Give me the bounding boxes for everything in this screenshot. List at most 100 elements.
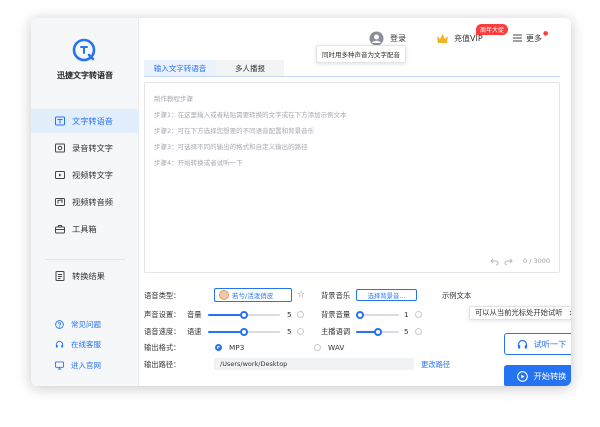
bgm-select-button[interactable]: 选择背景音...: [356, 289, 417, 301]
host-tone-reset-icon[interactable]: [415, 328, 422, 335]
video-audio-icon: [55, 198, 65, 206]
favorite-star-icon[interactable]: ☆: [297, 290, 305, 300]
support-label: 在线客服: [71, 339, 101, 349]
voice-select[interactable]: 若兮/活泼俏皮: [214, 288, 292, 302]
undo-icon[interactable]: [490, 257, 499, 266]
instruction-line: 步骤3：可选择不同的输出的格式和自定义输出的路径: [154, 143, 308, 151]
sidebar-item-label: 转换结果: [72, 271, 105, 281]
instruction-line: 步骤2：可在下方选择您想要的不同语音配置和背景音乐: [154, 127, 315, 135]
instruction-line: 制作教程步骤: [154, 95, 193, 103]
app-window: 迅捷文字转语音 文字转语音 录音转文字 视频转文字 视频转音频 工具箱 转换结果: [31, 18, 571, 386]
sidebar-item-label: 视频转音频: [72, 197, 113, 207]
question-icon: [55, 319, 64, 329]
volume-value: 5: [287, 310, 292, 319]
headset-icon: [55, 340, 64, 348]
sidebar-item-toolbox[interactable]: 工具箱: [31, 217, 139, 241]
slider-fill: [208, 331, 244, 333]
record-icon: [55, 143, 65, 153]
instruction-line: 步骤4：开始转换或者试听一下: [154, 159, 243, 167]
slider-fill: [208, 314, 244, 316]
volume-reset-icon[interactable]: [297, 311, 304, 318]
speed-value: 5: [287, 327, 292, 336]
format-wav-label: WAV: [328, 343, 345, 352]
login-button[interactable]: 登录: [369, 30, 406, 46]
char-count: 0 / 3000: [523, 257, 550, 265]
preview-button[interactable]: 试听一下: [504, 333, 571, 355]
sidebar: 迅捷文字转语音 文字转语音 录音转文字 视频转文字 视频转音频 工具箱 转换结果: [31, 18, 139, 386]
website-label: 进入官网: [71, 360, 101, 370]
output-format-label: 输出格式：: [144, 343, 181, 352]
output-path-field[interactable]: /Users/work/Desktop: [214, 358, 414, 370]
slider-knob[interactable]: [240, 311, 248, 319]
tab-bar: 输入文字转语音 多人播报: [144, 60, 560, 77]
voice-avatar: [219, 290, 229, 300]
text-to-speech-icon: [55, 116, 65, 126]
promo-badge: 周年大促: [476, 24, 509, 35]
sidebar-item-results[interactable]: 转换结果: [31, 264, 139, 288]
sidebar-item-video-to-text[interactable]: 视频转文字: [31, 163, 139, 187]
toolbox-icon: [55, 225, 65, 234]
app-name: 迅捷文字转语音: [57, 71, 113, 80]
close-icon[interactable]: ✕: [569, 309, 571, 318]
start-label: 开始转换: [533, 371, 567, 381]
bgm-label: 背景音乐: [321, 291, 351, 300]
host-tone-slider[interactable]: [356, 328, 399, 336]
sample-popup-text: 可以从当前光标处开始试听: [475, 308, 563, 317]
crown-icon: [437, 33, 448, 43]
format-wav-radio[interactable]: [314, 344, 321, 351]
volume-slider[interactable]: [208, 311, 280, 319]
speed-slider[interactable]: [208, 328, 280, 336]
slider-knob[interactable]: [356, 311, 365, 319]
sidebar-item-label: 文字转语音: [72, 116, 113, 126]
speech-speed-label: 语音速度：: [144, 327, 181, 336]
login-label: 登录: [390, 33, 406, 43]
sidebar-item-text-to-speech[interactable]: 文字转语音: [31, 109, 139, 133]
video-icon: [55, 171, 65, 179]
faq-label: 常见问题: [71, 319, 101, 329]
sidebar-divider: [45, 259, 125, 260]
speed-label: 语速: [187, 327, 202, 336]
speed-reset-icon[interactable]: [297, 328, 304, 335]
host-tone-value: 5: [404, 327, 409, 336]
voice-type-label: 语音类型：: [144, 291, 181, 300]
start-convert-button[interactable]: 开始转换: [504, 365, 571, 386]
website-link[interactable]: 进入官网: [31, 357, 139, 373]
redo-icon[interactable]: [504, 257, 513, 266]
play-icon: [516, 370, 528, 382]
sample-text-label[interactable]: 示例文本: [442, 291, 471, 301]
slider-knob[interactable]: [240, 328, 248, 336]
change-path-link[interactable]: 更改路径: [421, 360, 450, 370]
sidebar-item-video-to-audio[interactable]: 视频转音频: [31, 190, 139, 214]
result-icon: [55, 271, 65, 281]
more-menu-button[interactable]: 更多 ●: [513, 30, 548, 46]
monitor-icon: [55, 360, 64, 370]
output-path-label: 输出路径：: [144, 360, 181, 369]
sidebar-item-record-to-text[interactable]: 录音转文字: [31, 136, 139, 160]
more-label: 更多: [526, 33, 542, 43]
voice-name: 若兮/活泼俏皮: [232, 292, 274, 300]
sample-popup: 可以从当前光标处开始试听 ✕: [469, 306, 571, 320]
tab-multi-speaker[interactable]: 多人播报: [216, 60, 284, 76]
faq-link[interactable]: 常见问题: [31, 316, 139, 332]
preview-label: 试听一下: [533, 339, 567, 349]
format-mp3-radio[interactable]: [215, 344, 222, 351]
bg-volume-reset-icon[interactable]: [415, 311, 422, 318]
sidebar-item-label: 录音转文字: [72, 143, 113, 153]
tab-input-text[interactable]: 输入文字转语音: [144, 60, 216, 76]
user-avatar-icon: [369, 31, 384, 45]
volume-label: 音量: [187, 310, 202, 319]
notification-dot: ●: [543, 30, 549, 37]
sound-settings-label: 声音设置：: [144, 310, 181, 319]
instruction-line: 步骤1：在这里输入或者粘贴需要转换的文字或在下方添加示例文本: [154, 111, 347, 119]
slider-knob[interactable]: [373, 328, 382, 336]
sidebar-item-label: 工具箱: [72, 224, 97, 234]
sidebar-item-label: 视频转文字: [72, 170, 113, 180]
format-mp3-label: MP3: [229, 343, 245, 352]
menu-icon: [513, 34, 522, 42]
app-logo-icon: [72, 38, 96, 62]
text-input-area[interactable]: 制作教程步骤 步骤1：在这里输入或者粘贴需要转换的文字或在下方添加示例文本 步骤…: [144, 82, 560, 273]
host-tone-label: 主播语调: [321, 327, 351, 336]
bg-volume-label: 背景音量: [321, 310, 351, 319]
support-link[interactable]: 在线客服: [31, 336, 139, 352]
bg-volume-slider[interactable]: [356, 311, 399, 319]
